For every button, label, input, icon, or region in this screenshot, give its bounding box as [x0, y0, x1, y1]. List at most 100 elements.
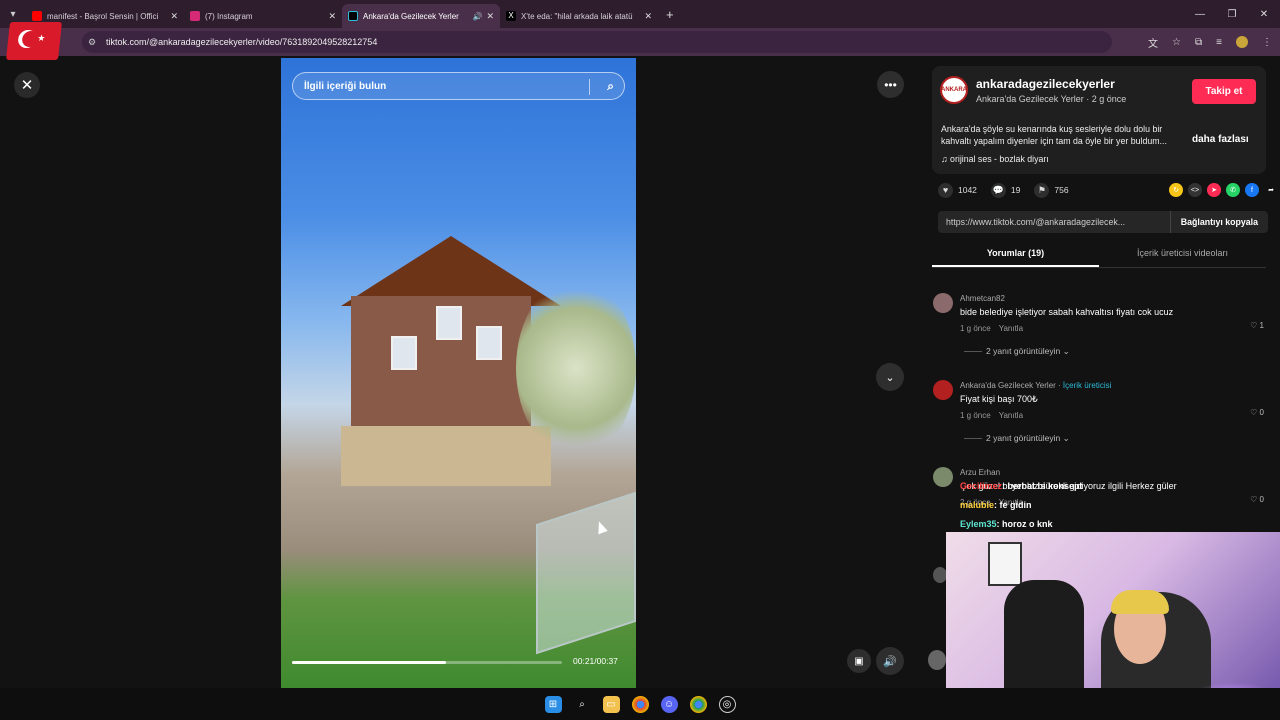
tiktok-icon — [348, 11, 358, 21]
more-options-button[interactable]: ••• — [877, 71, 904, 98]
extensions-icon[interactable]: ⧉ — [1195, 37, 1202, 48]
stream-chat-overlay: Gecilimez: berbat bi konsept malubie: fe… — [960, 477, 1083, 534]
facebook-icon[interactable]: f — [1245, 183, 1259, 197]
tab-instagram[interactable]: (7) Instagram ✕ — [184, 4, 342, 28]
close-window-icon[interactable]: ✕ — [1248, 0, 1280, 28]
progress-fill — [292, 661, 446, 664]
media-icon[interactable]: ≡ — [1216, 37, 1222, 48]
comment-meta: 1 g önce Yanıtla — [960, 324, 1024, 333]
volume-button[interactable]: 🔊 — [876, 647, 904, 675]
music-info[interactable]: ♫ orijinal ses - bozlak diyarı — [941, 154, 1049, 164]
search-icon[interactable]: ⌕ — [574, 696, 591, 713]
comment-like[interactable]: ♡ 0 — [1250, 495, 1264, 504]
action-bar: ♥ 1042 💬 19 ⚑ 756 ↻ <> ➤ ✆ f ➦ — [938, 180, 1278, 200]
video-progress-bar[interactable] — [292, 661, 562, 664]
new-tab-icon[interactable]: + — [666, 7, 674, 22]
tab-title: Ankara'da Gezilecek Yerler — [363, 11, 459, 21]
view-replies-link[interactable]: 2 yanıt görüntüleyin ⌄ — [964, 433, 1070, 444]
heart-icon: ♥ — [938, 182, 953, 198]
follow-button[interactable]: Takip et — [1192, 79, 1256, 104]
view-replies-link[interactable]: 2 yanıt görüntüleyin ⌄ — [964, 346, 1070, 357]
tree-image — [516, 278, 636, 458]
x-icon: X — [506, 11, 516, 21]
windows-taskbar: ⊞ ⌕ ▭ ☺ ◎ — [0, 688, 1280, 720]
post-card: ANKARA ankaradagezilecekyerler Ankara'da… — [932, 66, 1266, 174]
video-player[interactable]: İlgili içeriği bulun ⌕ 00:21/00:37 — [281, 58, 636, 688]
avatar[interactable] — [933, 293, 953, 313]
steam-icon[interactable]: ◎ — [718, 695, 736, 713]
avatar[interactable] — [933, 380, 953, 400]
save-button[interactable]: ⚑ 756 — [1034, 182, 1069, 198]
restore-icon[interactable]: ❐ — [1216, 0, 1248, 28]
tab-comments[interactable]: Yorumlar (19) — [932, 243, 1099, 267]
discord-icon[interactable]: ☺ — [660, 695, 678, 713]
site-info-icon[interactable]: ⚙ — [88, 37, 100, 48]
next-video-button[interactable]: ⌄ — [876, 363, 904, 391]
comment-text: bide belediye işletiyor sabah kahvaltısı… — [960, 307, 1174, 317]
comment-author[interactable]: Ankara'da Gezilecek Yerler · İçerik üret… — [960, 381, 1111, 390]
creator-username[interactable]: ankaradagezilecekyerler — [976, 77, 1115, 91]
send-icon[interactable]: ➤ — [1207, 183, 1221, 197]
copy-link-button[interactable]: Bağlantıyı kopyala — [1169, 211, 1268, 233]
creator-subtitle: Ankara'da Gezilecek Yerler · 2 g önce — [976, 94, 1127, 104]
chat-message: Gecilimez: berbat bi konsept — [960, 481, 1083, 491]
instagram-icon — [190, 11, 200, 21]
music-note-icon: ♫ — [941, 154, 951, 164]
tab-x[interactable]: X X'te eda: "hilal arkada laik atatü ✕ — [500, 4, 658, 28]
comment-meta: 1 g önce Yanıtla — [960, 411, 1024, 420]
share-icon[interactable]: ➦ — [1264, 183, 1278, 197]
tab-creator-videos[interactable]: İçerik üreticisi videoları — [1099, 243, 1266, 267]
reply-link[interactable]: Yanıtla — [999, 411, 1023, 420]
window-controls: — ❐ ✕ — [1184, 0, 1280, 28]
comment-author[interactable]: Arzu Erhan — [960, 468, 1000, 477]
repost-icon[interactable]: ↻ — [1169, 183, 1183, 197]
close-tab-icon[interactable]: ✕ — [328, 11, 336, 22]
chrome-icon[interactable] — [631, 695, 649, 713]
chrome-icon[interactable] — [689, 695, 707, 713]
creator-tag: İçerik üreticisi — [1062, 381, 1112, 390]
tab-tiktok[interactable]: Ankara'da Gezilecek Yerler 🔊 ✕ — [342, 4, 500, 28]
browser-tab-bar: ▾ manifest - Başrol Sensin | Offici ✕ (7… — [0, 0, 1280, 28]
url-field[interactable]: ⚙ tiktok.com/@ankaradagezilecekyerler/vi… — [82, 31, 1112, 53]
turkish-flag-icon: ★ — [6, 22, 62, 60]
menu-icon[interactable]: ⋮ — [1262, 37, 1272, 48]
bookmark-star-icon[interactable]: ☆ — [1172, 37, 1181, 48]
comment-icon: 💬 — [990, 182, 1006, 198]
reply-link[interactable]: Yanıtla — [999, 324, 1023, 333]
youtube-icon — [32, 11, 42, 21]
save-count: 756 — [1054, 185, 1069, 195]
close-tab-icon[interactable]: ✕ — [644, 11, 652, 22]
windows-start-icon[interactable]: ⊞ — [544, 695, 562, 713]
comment-text: Fiyat kişi başı 700₺ — [960, 394, 1038, 404]
copy-link-row: https://www.tiktok.com/@ankaradagezilece… — [938, 211, 1268, 233]
comment-button[interactable]: 💬 19 — [990, 182, 1020, 198]
see-more-link[interactable]: daha fazlası — [1192, 134, 1249, 145]
close-tab-icon[interactable]: ✕ — [486, 11, 494, 22]
embed-icon[interactable]: <> — [1188, 183, 1202, 197]
file-explorer-icon[interactable]: ▭ — [602, 695, 620, 713]
close-tab-icon[interactable]: ✕ — [170, 11, 178, 22]
comment-like[interactable]: ♡ 0 — [1250, 408, 1264, 417]
whatsapp-icon[interactable]: ✆ — [1226, 183, 1240, 197]
creator-avatar[interactable]: ANKARA — [940, 76, 968, 104]
share-link[interactable]: https://www.tiktok.com/@ankaradagezilece… — [938, 217, 1170, 227]
search-placeholder: İlgili içeriği bulun — [304, 80, 387, 92]
translate-icon[interactable]: 文 — [1148, 35, 1158, 50]
avatar[interactable] — [933, 567, 947, 583]
search-icon[interactable]: ⌕ — [607, 79, 614, 94]
close-video-button[interactable]: ✕ — [14, 72, 40, 98]
speaker-icon[interactable]: 🔊 — [472, 12, 482, 21]
video-search-bar[interactable]: İlgili içeriği bulun ⌕ — [292, 72, 625, 100]
comment-like[interactable]: ♡ 1 — [1250, 321, 1264, 330]
bookmark-icon: ⚑ — [1034, 182, 1050, 198]
picture-in-picture-button[interactable]: ▣ — [847, 649, 871, 673]
house-image — [301, 236, 561, 486]
profile-avatar[interactable] — [1236, 36, 1248, 48]
avatar[interactable] — [933, 467, 953, 487]
music-title: orijinal ses - bozlak diyarı — [950, 154, 1049, 164]
comment-author[interactable]: Ahmetcan82 — [960, 294, 1005, 303]
like-button[interactable]: ♥ 1042 — [938, 182, 977, 198]
post-description: Ankara'da şöyle su kenarında kuş sesleri… — [941, 124, 1167, 146]
minimize-icon[interactable]: — — [1184, 0, 1216, 28]
avatar[interactable] — [928, 650, 946, 670]
